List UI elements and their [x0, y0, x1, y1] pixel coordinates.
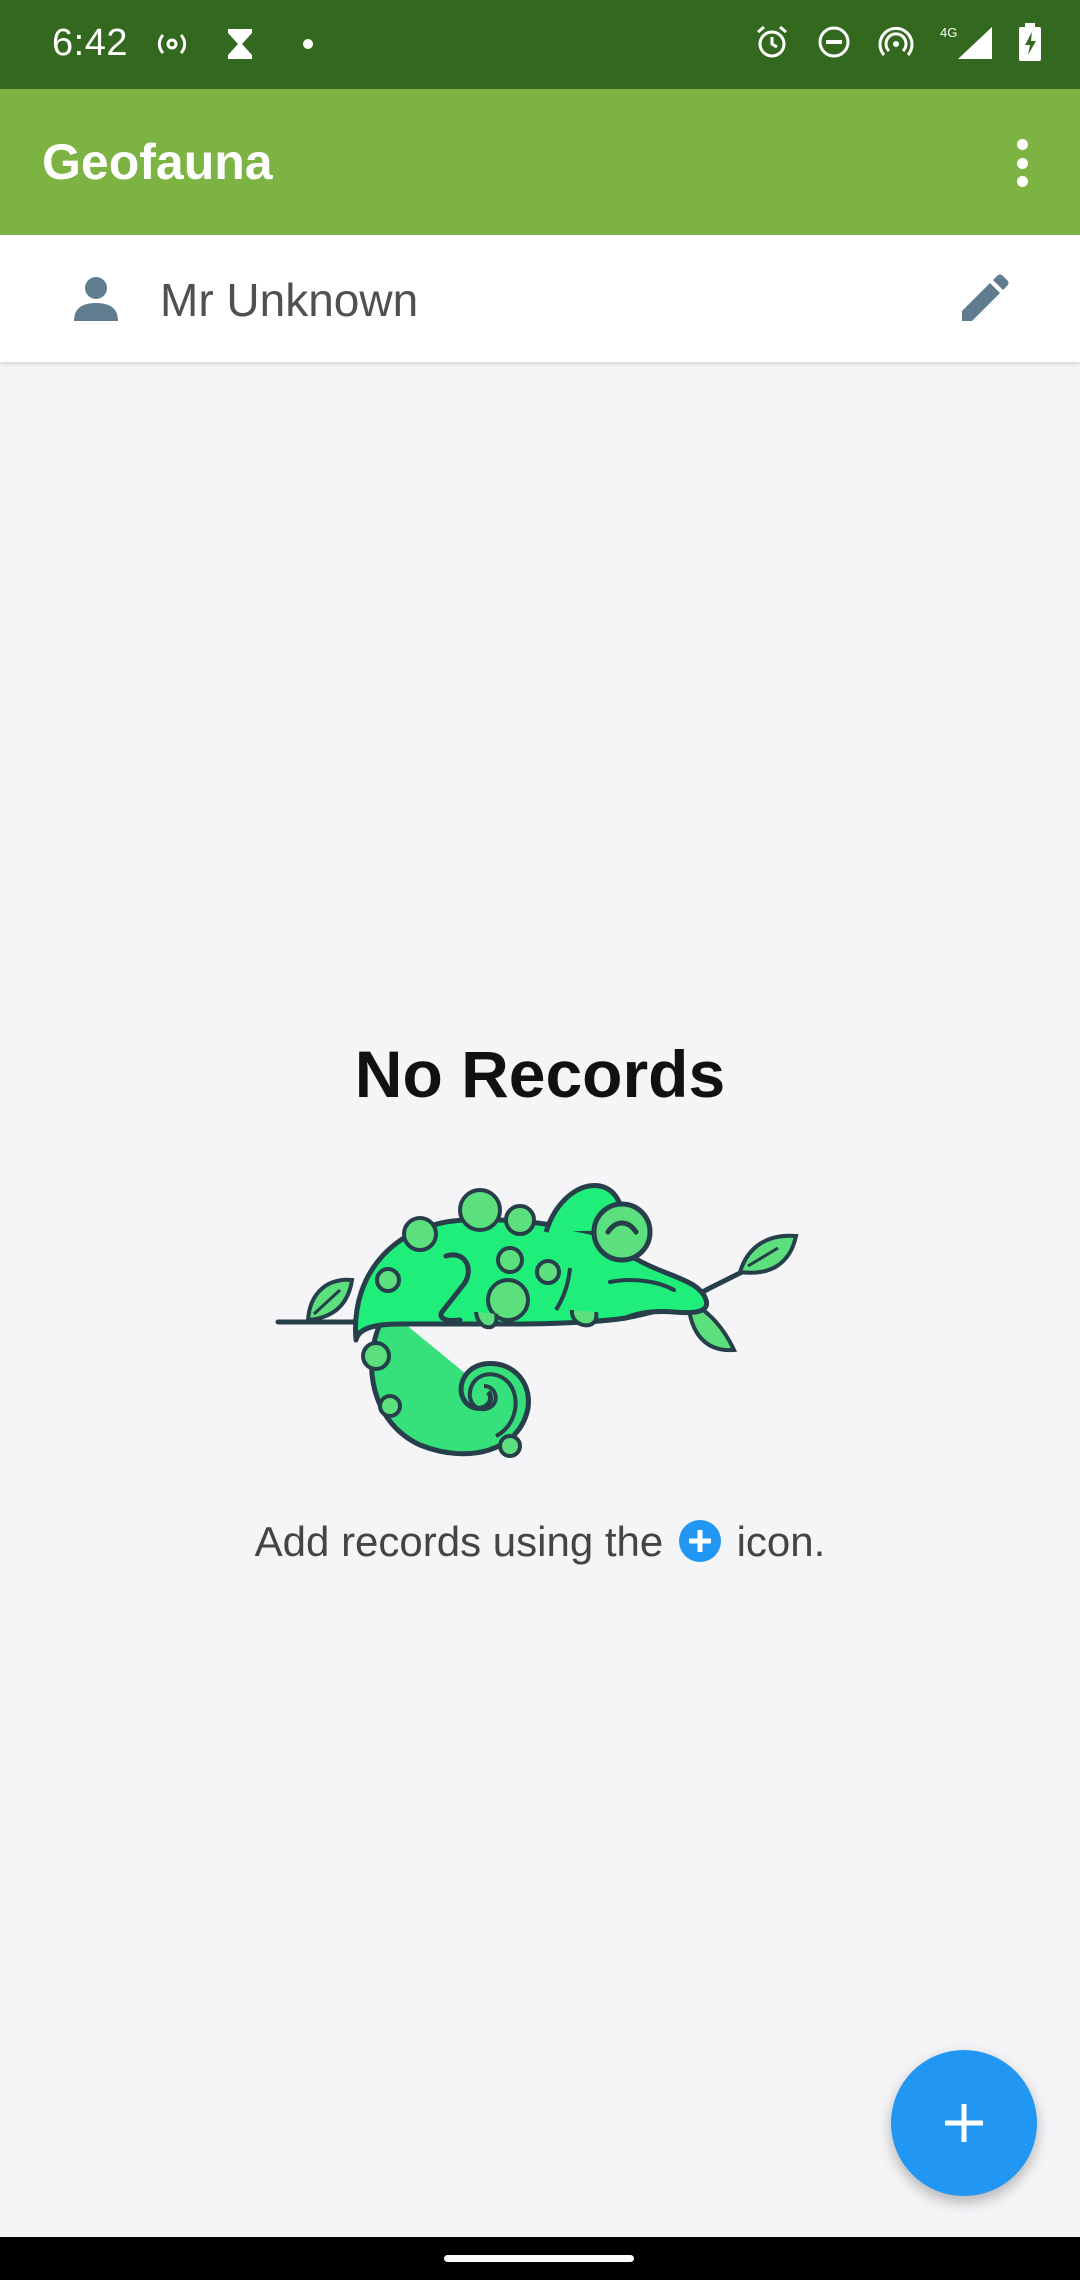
status-bar: 6:42 4G [0, 0, 1080, 89]
navigation-bar [0, 2237, 1080, 2280]
app-title: Geofauna [42, 134, 273, 190]
status-time: 6:42 [52, 22, 128, 64]
empty-title: No Records [354, 1037, 726, 1111]
edit-pencil-icon[interactable] [956, 269, 1014, 327]
user-row[interactable]: Mr Unknown [0, 235, 1080, 362]
person-icon [74, 277, 118, 321]
app-bar: Geofauna [0, 89, 1080, 235]
chameleon-illustration [275, 1182, 799, 1458]
user-name: Mr Unknown [160, 274, 419, 326]
empty-hint-suffix: icon. [736, 1518, 826, 1565]
status-right-icons: 4G [752, 22, 1044, 62]
hourglass-icon [220, 24, 260, 64]
add-icon [678, 1520, 721, 1562]
dot-icon [288, 24, 328, 64]
network-label: 4G [940, 25, 957, 40]
add-record-button[interactable] [891, 2050, 1037, 2196]
more-vert-icon[interactable] [1004, 133, 1040, 193]
signal-4g-icon: 4G [938, 22, 994, 62]
hotspot-icon [876, 22, 916, 62]
empty-hint-prefix: Add records using the [254, 1518, 664, 1565]
empty-hint: Add records using the icon. [0, 1518, 1080, 1566]
screen: 6:42 4G Geofauna Mr Unknown No Records A… [0, 0, 1080, 2280]
alarm-icon [752, 22, 792, 62]
status-left-icons [152, 24, 328, 64]
hotspot-icon [152, 24, 192, 64]
home-gesture-handle[interactable] [444, 2255, 634, 2262]
dnd-icon [814, 22, 854, 62]
battery-charging-icon [1016, 22, 1044, 62]
